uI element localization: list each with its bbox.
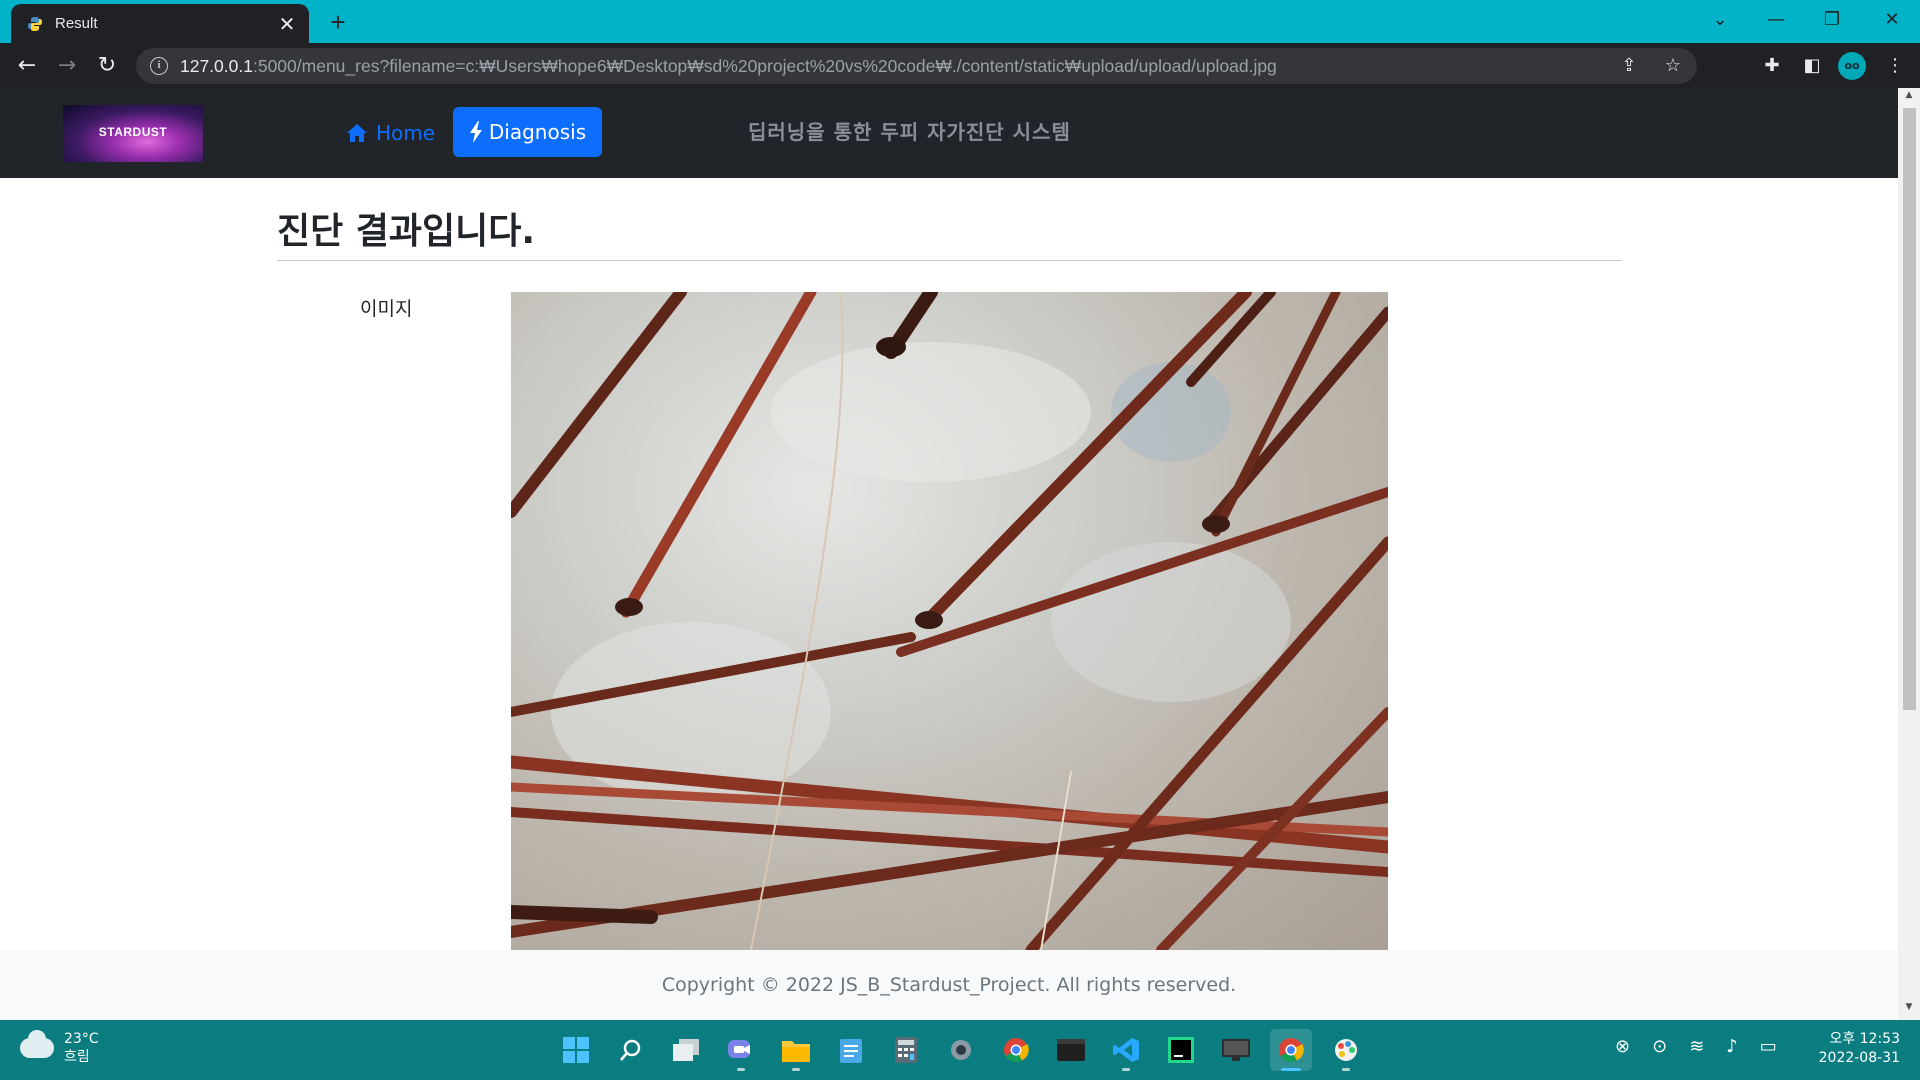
url-path: :5000/menu_res?filename=c:₩Users₩hope6₩D… bbox=[252, 55, 1277, 76]
nav-diagnosis-button[interactable]: Diagnosis bbox=[453, 107, 602, 157]
chrome-active-icon[interactable] bbox=[1270, 1029, 1312, 1071]
terminal-icon[interactable] bbox=[1050, 1029, 1092, 1071]
minimize-window-icon[interactable]: — bbox=[1748, 0, 1804, 40]
settings-gear-icon[interactable] bbox=[940, 1029, 982, 1071]
pycharm-icon[interactable] bbox=[1160, 1029, 1202, 1071]
back-arrow-icon[interactable]: ← bbox=[10, 49, 44, 83]
side-panel-icon[interactable]: ◧ bbox=[1797, 51, 1827, 81]
browser-menu-icon[interactable]: ⋮ bbox=[1880, 51, 1910, 81]
site-title: 딥러닝을 통한 두피 자가진단 시스템 bbox=[748, 120, 1071, 144]
teams-chat-icon[interactable] bbox=[720, 1029, 762, 1071]
task-view-icon[interactable] bbox=[665, 1029, 707, 1071]
weather-temperature: 23°C bbox=[64, 1031, 99, 1047]
windows-taskbar: 23°C 흐림 ⊗ ⊙ ≋ ♪ ▭ 오후 12:53 2022-08-31 bbox=[0, 1020, 1920, 1080]
url-text[interactable]: 127.0.0.1:5000/menu_res?filename=c:₩User… bbox=[180, 56, 1277, 77]
chrome-icon[interactable] bbox=[995, 1029, 1037, 1071]
logo-text: STARDUST bbox=[98, 125, 168, 139]
address-bar[interactable]: i 127.0.0.1:5000/menu_res?filename=c:₩Us… bbox=[136, 48, 1697, 84]
search-icon[interactable] bbox=[610, 1029, 652, 1071]
nav-home-link[interactable]: Home bbox=[346, 110, 435, 156]
url-host: 127.0.0.1 bbox=[180, 55, 253, 76]
copyright-text: Copyright © 2022 JS_B_Stardust_Project. … bbox=[661, 974, 1237, 996]
vscode-icon[interactable] bbox=[1105, 1029, 1147, 1071]
profile-avatar[interactable]: oo bbox=[1838, 52, 1866, 80]
taskbar-app-list bbox=[555, 1029, 1367, 1071]
notepad-icon[interactable] bbox=[830, 1029, 872, 1071]
tab-search-chevron-icon[interactable]: ⌄ bbox=[1692, 0, 1748, 40]
scrollbar-thumb[interactable] bbox=[1903, 108, 1916, 710]
scroll-up-arrow-icon[interactable]: ▲ bbox=[1898, 90, 1920, 106]
bookmark-star-icon[interactable]: ☆ bbox=[1659, 52, 1687, 80]
wifi-icon[interactable]: ≋ bbox=[1689, 1036, 1704, 1057]
paint-icon[interactable] bbox=[1325, 1029, 1367, 1071]
home-icon bbox=[347, 124, 367, 142]
browser-toolbar: ← → ↻ i 127.0.0.1:5000/menu_res?filename… bbox=[0, 43, 1920, 88]
start-windows-icon[interactable] bbox=[555, 1029, 597, 1071]
reload-icon[interactable]: ↻ bbox=[90, 49, 124, 83]
system-clock[interactable]: 오후 12:53 2022-08-31 bbox=[1818, 1030, 1900, 1068]
page-footer: Copyright © 2022 JS_B_Stardust_Project. … bbox=[0, 950, 1898, 1020]
weather-description: 흐림 bbox=[64, 1049, 90, 1065]
page-scrollbar[interactable]: ▲ ▼ bbox=[1898, 88, 1920, 1020]
site-navbar: STARDUST Home Diagnosis 딥러닝을 통한 두피 자가진단 … bbox=[0, 88, 1898, 178]
volume-icon[interactable]: ♪ bbox=[1726, 1036, 1738, 1057]
system-tray: ⊗ ⊙ ≋ ♪ ▭ bbox=[1615, 1036, 1777, 1057]
heading-divider bbox=[277, 260, 1622, 261]
nav-home-label: Home bbox=[376, 121, 436, 145]
clock-time: 오후 12:53 bbox=[1829, 1031, 1900, 1047]
browser-tab-strip: Result ✕ + ⌄ — ❐ ✕ bbox=[0, 0, 1920, 43]
scroll-down-arrow-icon[interactable]: ▼ bbox=[1898, 1002, 1920, 1018]
site-info-icon[interactable]: i bbox=[150, 57, 168, 75]
close-tab-icon[interactable]: ✕ bbox=[273, 12, 301, 36]
restore-window-icon[interactable]: ❐ bbox=[1804, 0, 1860, 40]
cloud-weather-icon bbox=[20, 1030, 54, 1058]
scalp-image bbox=[511, 292, 1388, 950]
weather-widget[interactable]: 23°C 흐림 bbox=[20, 1030, 99, 1066]
forward-arrow-icon[interactable]: → bbox=[50, 49, 84, 83]
close-circle-icon[interactable]: ⊗ bbox=[1615, 1036, 1630, 1057]
page-viewport: STARDUST Home Diagnosis 딥러닝을 통한 두피 자가진단 … bbox=[0, 88, 1898, 1020]
clock-date: 2022-08-31 bbox=[1818, 1050, 1900, 1066]
calculator-icon[interactable] bbox=[885, 1029, 927, 1071]
share-icon[interactable]: ⇪ bbox=[1615, 52, 1643, 80]
python-favicon-icon bbox=[25, 14, 45, 34]
stardust-logo[interactable]: STARDUST bbox=[63, 105, 203, 162]
extensions-puzzle-icon[interactable]: ✚ bbox=[1757, 51, 1787, 81]
nav-diagnosis-label: Diagnosis bbox=[488, 120, 587, 144]
display-monitor-icon[interactable] bbox=[1215, 1029, 1257, 1071]
tab-title: Result bbox=[55, 15, 98, 32]
file-explorer-icon[interactable] bbox=[775, 1029, 817, 1071]
close-window-icon[interactable]: ✕ bbox=[1864, 0, 1920, 40]
page-heading: 진단 결과입니다. bbox=[277, 211, 536, 252]
browser-tab-result[interactable]: Result ✕ bbox=[11, 4, 309, 43]
location-icon[interactable]: ⊙ bbox=[1652, 1036, 1667, 1057]
image-label: 이미지 bbox=[360, 298, 413, 320]
new-tab-button[interactable]: + bbox=[322, 6, 354, 38]
battery-icon[interactable]: ▭ bbox=[1760, 1036, 1777, 1057]
lightning-icon bbox=[469, 121, 482, 143]
